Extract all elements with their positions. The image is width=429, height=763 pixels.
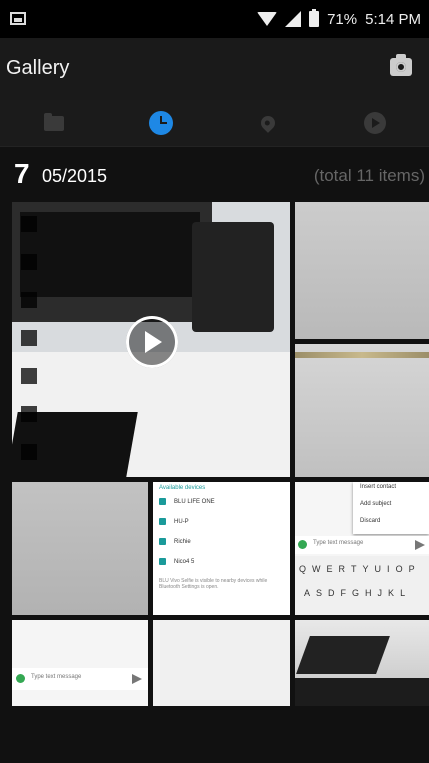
menu-item: Discard bbox=[360, 518, 381, 524]
wifi-icon bbox=[257, 12, 278, 26]
key: E bbox=[326, 564, 333, 574]
photo-object bbox=[296, 636, 390, 674]
battery-percent: 71% bbox=[327, 10, 358, 28]
key: T bbox=[351, 564, 357, 574]
keyboard-row: Q W E R T Y U I O P bbox=[299, 564, 415, 574]
key: Y bbox=[362, 564, 369, 574]
keyboard-preview: Q W E R T Y U I O P A S D F G H J K L bbox=[295, 556, 429, 615]
laptop-icon bbox=[159, 518, 166, 525]
gallery-notification-icon bbox=[10, 12, 26, 25]
key: P bbox=[408, 564, 415, 574]
device-label: BLU LIFE ONE bbox=[174, 498, 215, 505]
checkbox[interactable] bbox=[21, 292, 37, 308]
date-header: 7 05/2015 (total 11 items) bbox=[0, 147, 429, 191]
compose-hint: Type text message bbox=[31, 674, 82, 680]
video-thumbnail[interactable] bbox=[12, 202, 290, 477]
key: A bbox=[304, 588, 311, 598]
monitor-screen bbox=[20, 212, 200, 297]
menu-item: Add subject bbox=[360, 501, 392, 507]
device-item: HU-P bbox=[159, 518, 189, 525]
device-item: Richie bbox=[159, 538, 191, 545]
screenshot-thumbnail-menu[interactable]: Insert contact Add subject Discard Type … bbox=[295, 482, 429, 615]
key: K bbox=[388, 588, 395, 598]
key: Q bbox=[299, 564, 307, 574]
key: U bbox=[374, 564, 382, 574]
key: H bbox=[365, 588, 372, 598]
location-pin-icon bbox=[258, 113, 279, 133]
photo-thumbnail[interactable] bbox=[295, 202, 429, 339]
clock-icon bbox=[148, 111, 173, 135]
play-icon[interactable] bbox=[126, 316, 178, 368]
screenshot-thumbnail-message[interactable]: Type text message bbox=[12, 620, 148, 706]
page-title: Gallery bbox=[6, 57, 70, 79]
tab-timeline[interactable] bbox=[141, 103, 181, 143]
key: R bbox=[338, 564, 346, 574]
thumbnail-grid: Available devices BLU LIFE ONE HU-P Rich… bbox=[12, 202, 429, 706]
checkbox[interactable] bbox=[21, 216, 37, 232]
total-items: (total 11 items) bbox=[313, 166, 425, 185]
key: J bbox=[377, 588, 383, 598]
phone-icon bbox=[159, 498, 166, 505]
key: W bbox=[312, 564, 321, 574]
key: L bbox=[400, 588, 406, 598]
device-label: Richie bbox=[174, 538, 191, 545]
device-label: Nico4 5 bbox=[174, 558, 195, 565]
device-item: Nico4 5 bbox=[159, 558, 194, 565]
device-label: HU-P bbox=[174, 518, 189, 525]
key: G bbox=[352, 588, 360, 598]
camera-icon[interactable] bbox=[390, 54, 412, 76]
device-item: BLU LIFE ONE bbox=[159, 498, 215, 505]
date-day: 7 bbox=[14, 158, 30, 189]
key: D bbox=[328, 588, 335, 598]
battery-icon bbox=[309, 9, 320, 27]
compose-hint: Type text message bbox=[313, 540, 364, 546]
add-icon bbox=[16, 674, 25, 683]
photo-thumbnail[interactable] bbox=[295, 620, 429, 706]
devices-title: Available devices bbox=[159, 485, 206, 491]
tab-places[interactable] bbox=[248, 103, 288, 143]
app-bar: Gallery bbox=[0, 38, 429, 100]
view-tabs bbox=[0, 100, 429, 147]
clock-time: 5:14 PM bbox=[365, 10, 421, 28]
desk-phone-image bbox=[192, 222, 274, 332]
screenshot-thumbnail-devices[interactable]: Available devices BLU LIFE ONE HU-P Rich… bbox=[153, 482, 290, 615]
key: F bbox=[340, 588, 347, 598]
monitor-image bbox=[12, 202, 212, 322]
signal-icon bbox=[285, 11, 302, 27]
status-right: 71% 5:14 PM bbox=[257, 9, 421, 29]
date-month-year: 05/2015 bbox=[42, 166, 108, 186]
tab-albums[interactable] bbox=[34, 103, 74, 143]
context-menu: Insert contact Add subject Discard bbox=[353, 482, 429, 534]
key: O bbox=[395, 564, 403, 574]
photo-thumbnail[interactable] bbox=[153, 620, 290, 706]
checkbox[interactable] bbox=[21, 444, 37, 460]
laptop-icon bbox=[159, 538, 166, 545]
checkbox[interactable] bbox=[21, 330, 37, 346]
send-icon bbox=[415, 540, 425, 550]
compose-bar: Type text message bbox=[295, 536, 429, 554]
photo-thumbnail[interactable] bbox=[295, 344, 429, 477]
add-icon bbox=[298, 540, 307, 549]
photo-thumbnail[interactable] bbox=[12, 482, 148, 615]
checkbox[interactable] bbox=[21, 254, 37, 270]
folder-icon bbox=[43, 112, 64, 131]
checkbox[interactable] bbox=[21, 368, 37, 384]
menu-item: Insert contact bbox=[360, 484, 397, 490]
phone-icon bbox=[159, 558, 166, 565]
checkbox[interactable] bbox=[21, 406, 37, 422]
compose-bar: Type text message bbox=[12, 668, 148, 690]
send-icon bbox=[132, 674, 142, 684]
photo-bottom bbox=[295, 678, 429, 706]
keyboard-row: A S D F G H J K L bbox=[304, 588, 405, 598]
play-circle-icon bbox=[364, 112, 387, 134]
devices-footnote: BLU Vivo Selfie is visible to nearby dev… bbox=[159, 578, 268, 590]
key: I bbox=[387, 564, 390, 574]
tab-videos[interactable] bbox=[355, 103, 395, 143]
key: S bbox=[316, 588, 323, 598]
status-bar: 71% 5:14 PM bbox=[0, 0, 429, 38]
